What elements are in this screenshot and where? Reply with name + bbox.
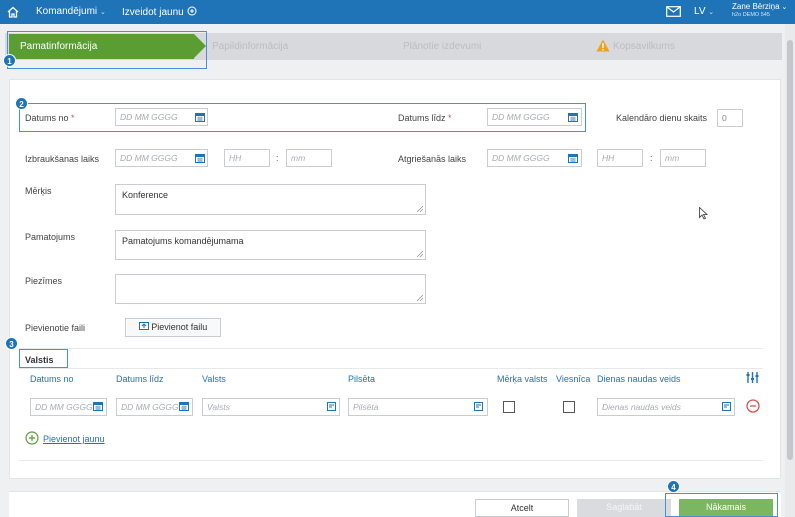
justification-text: Pamatojums komandējumama <box>122 236 244 246</box>
language-label: LV <box>694 6 706 17</box>
notes-textarea[interactable] <box>115 274 426 304</box>
annotation-box-1 <box>7 31 207 69</box>
attached-files-label: Pievienotie faili <box>25 323 86 333</box>
required-mark: * <box>448 113 452 123</box>
purpose-label: Mērķis <box>25 186 52 196</box>
row-country-select[interactable]: Valsts <box>202 398 340 416</box>
plus-circle-icon <box>187 6 196 16</box>
calendar-days-label: Kalendāro dienu skaits <box>616 113 708 123</box>
add-file-button[interactable]: Pievienot failu <box>125 318 221 337</box>
resize-grip-icon[interactable] <box>417 206 423 212</box>
column-country: Valsts <box>202 374 226 384</box>
column-hotel: Viesnīca <box>556 374 591 384</box>
menu-commissions[interactable]: Komandējumi ⌄ <box>36 6 106 17</box>
calendar-icon[interactable] <box>195 112 205 122</box>
menu-create-new[interactable]: Izveidot jaunu <box>122 6 197 18</box>
purpose-text: Konference <box>122 190 169 200</box>
departure-time-label: Izbraukšanas laiks <box>25 154 100 164</box>
time-separator: : <box>650 153 653 163</box>
chevron-down-icon: ⌄ <box>99 9 106 16</box>
annotation-box-4 <box>665 493 778 517</box>
user-name[interactable]: Zane Bērziņa ⌄ <box>732 2 787 12</box>
column-target-country: Mērķa valsts <box>497 374 548 384</box>
wizard-step-summary[interactable]: Kopsavilkums <box>613 41 675 52</box>
column-date-from: Datums no <box>30 374 74 384</box>
lookup-icon[interactable] <box>474 402 483 411</box>
warning-icon <box>596 39 610 52</box>
return-hour-input[interactable]: HH <box>597 149 643 167</box>
section-divider <box>19 460 763 461</box>
notes-label: Piezīmes <box>25 276 63 286</box>
hotel-checkbox[interactable] <box>563 401 575 413</box>
home-icon[interactable] <box>6 5 20 19</box>
row-allowance-type-select[interactable]: Dienas naudas veids <box>597 398 735 416</box>
column-city: Pilsēta <box>348 374 376 384</box>
lookup-icon[interactable] <box>327 402 336 411</box>
mouse-cursor-icon <box>699 207 708 220</box>
add-new-country-link[interactable]: Pievienot jaunu <box>43 434 105 444</box>
wizard-step-additional-info[interactable]: Papildinformācija <box>212 41 288 52</box>
departure-minute-input[interactable]: mm <box>286 149 332 167</box>
lookup-icon[interactable] <box>722 402 731 411</box>
date-to-label-text: Datums līdz <box>398 113 446 123</box>
column-date-to: Datums līdz <box>116 374 164 384</box>
calendar-days-value: 0 <box>717 109 743 127</box>
time-separator: : <box>276 153 279 163</box>
chevron-down-icon: ⌄ <box>779 4 788 11</box>
required-mark: * <box>71 113 75 123</box>
column-settings-icon[interactable] <box>746 371 759 384</box>
annotation-marker-4: 4 <box>667 480 680 493</box>
return-time-label: Atgriešanās laiks <box>398 154 467 164</box>
departure-hour-input[interactable]: HH <box>224 149 270 167</box>
column-allowance-type: Dienas naudas veids <box>597 374 681 384</box>
menu-create-label: Izveidot jaunu <box>122 7 184 18</box>
save-button[interactable]: Saglabāt <box>577 499 671 517</box>
purpose-textarea[interactable]: Konference <box>115 184 426 215</box>
mail-icon[interactable] <box>666 6 681 17</box>
calendar-icon[interactable] <box>568 153 578 163</box>
remove-row-icon[interactable] <box>746 399 760 413</box>
user-name-text: Zane Bērziņa <box>732 2 780 11</box>
chevron-down-icon: ⌄ <box>708 9 715 16</box>
wizard-step-planned-expenses[interactable]: Plānotie izdevumi <box>403 41 481 52</box>
resize-grip-icon[interactable] <box>417 295 423 301</box>
calendar-icon[interactable] <box>179 401 189 411</box>
annotation-marker-1: 1 <box>3 54 16 67</box>
language-selector[interactable]: LV ⌄ <box>694 6 714 17</box>
return-minute-input[interactable]: mm <box>660 149 706 167</box>
resize-grip-icon[interactable] <box>417 251 423 257</box>
page-scrollbar-thumb[interactable] <box>787 40 793 460</box>
calendar-icon[interactable] <box>195 153 205 163</box>
countries-section-title: Valstis <box>25 355 54 365</box>
calendar-icon[interactable] <box>93 401 103 411</box>
justification-label: Pamatojums <box>25 232 76 242</box>
date-from-label: Datums no * <box>25 113 75 123</box>
row-city-select[interactable]: Pilsēta <box>348 398 488 416</box>
date-from-label-text: Datums no <box>25 113 69 123</box>
top-navigation-bar: Komandējumi ⌄ Izveidot jaunu LV ⌄ Zane B… <box>0 0 795 24</box>
user-organization: h2o DEMO 545 <box>732 12 770 18</box>
upload-icon <box>138 322 149 330</box>
annotation-marker-3: 3 <box>5 337 18 350</box>
section-divider <box>19 348 763 349</box>
target-country-checkbox[interactable] <box>503 401 515 413</box>
add-file-label: Pievienot failu <box>151 322 208 332</box>
menu-commissions-label: Komandējumi <box>36 6 98 17</box>
date-to-label: Datums līdz * <box>398 113 452 123</box>
calendar-icon[interactable] <box>568 112 578 122</box>
add-circle-icon[interactable] <box>25 431 39 445</box>
annotation-marker-2: 2 <box>15 97 28 110</box>
justification-textarea[interactable]: Pamatojums komandējumama <box>115 230 426 260</box>
section-divider <box>19 368 763 369</box>
cancel-button[interactable]: Atcelt <box>475 499 569 517</box>
